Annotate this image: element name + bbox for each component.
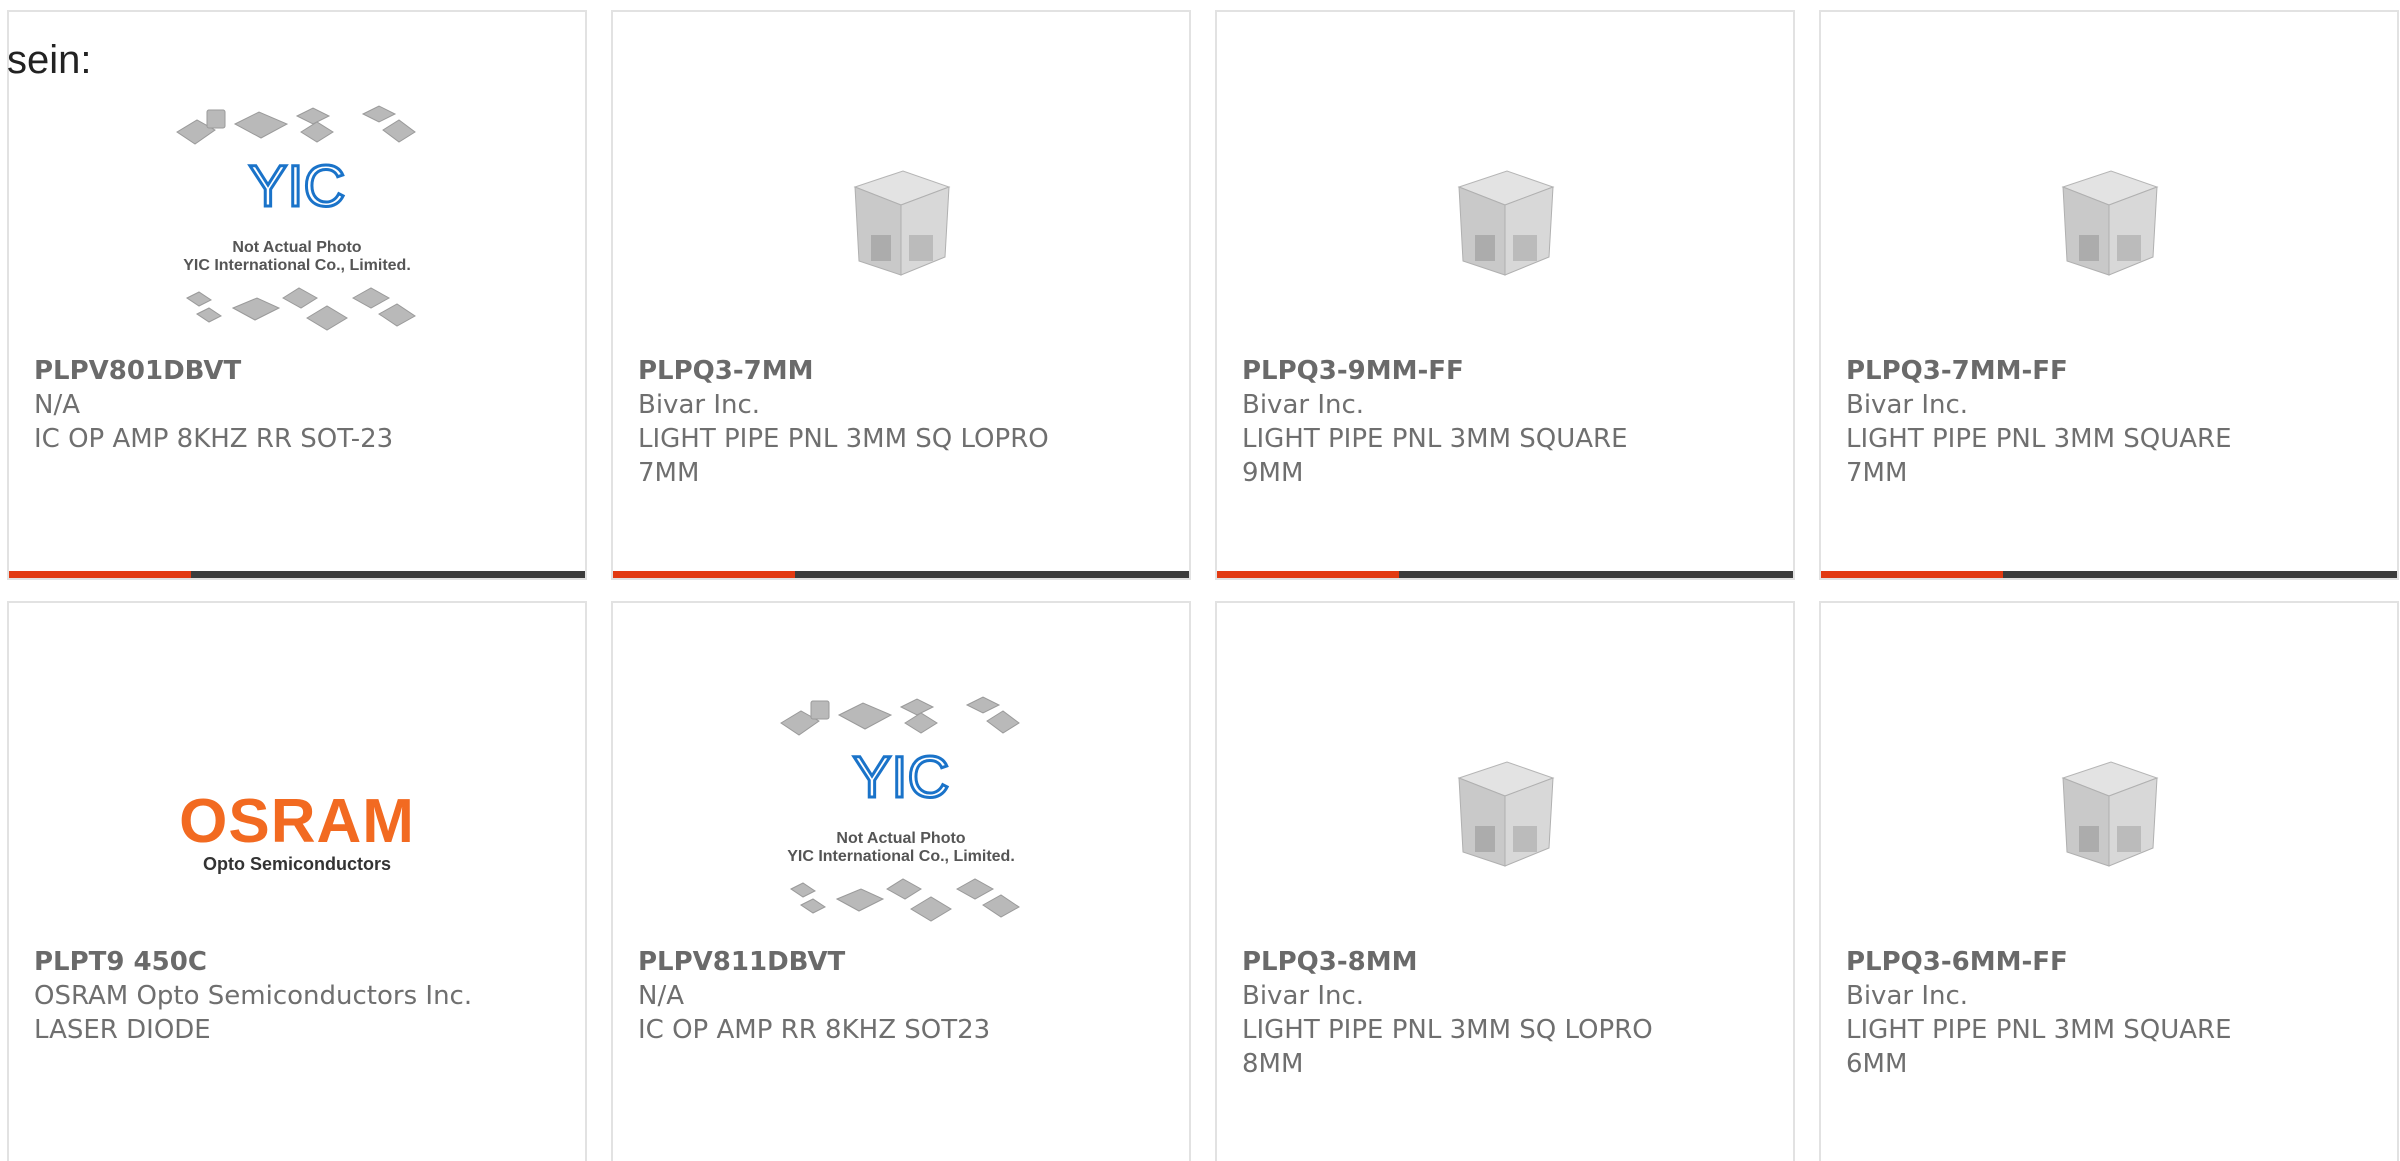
manufacturer: N/A: [638, 981, 684, 1011]
osram-logo-word: OSRAM: [179, 786, 415, 856]
manufacturer: Bivar Inc.: [1242, 981, 1365, 1011]
part-number-link[interactable]: PLPQ3-6MM-FF: [1846, 945, 2372, 979]
product-image[interactable]: YIC Not Actual Photo YIC International C…: [9, 92, 585, 352]
osram-logo-subtitle: Opto Semiconductors: [202, 853, 391, 874]
part-number-link[interactable]: PLPV811DBVT: [638, 945, 1164, 979]
osram-logo: OSRAM Opto Semiconductors: [179, 786, 415, 875]
product-grid-page: sein: YIC Not Actual Photo YIC Internati…: [0, 0, 2400, 1161]
part-number-link[interactable]: PLPT9 450C: [34, 945, 560, 979]
part-number-link[interactable]: PLPQ3-7MM: [638, 354, 1164, 388]
placeholder-company: YIC International Co., Limited.: [183, 257, 411, 274]
manufacturer: Bivar Inc.: [1846, 981, 1969, 1011]
description: LIGHT PIPE PNL 3MM SQ LOPRO 7MM: [638, 424, 1049, 488]
product-card[interactable]: PLPQ3-8MM Bivar Inc. LIGHT PIPE PNL 3MM …: [1215, 601, 1795, 1161]
product-info: PLPV811DBVT N/A IC OP AMP RR 8KHZ SOT23: [638, 945, 1164, 1047]
product-info: PLPQ3-9MM-FF Bivar Inc. LIGHT PIPE PNL 3…: [1242, 354, 1768, 490]
product-image[interactable]: OSRAM Opto Semiconductors: [9, 683, 585, 943]
manufacturer: Bivar Inc.: [638, 390, 761, 420]
product-card[interactable]: PLPQ3-6MM-FF Bivar Inc. LIGHT PIPE PNL 3…: [1819, 601, 2399, 1161]
part-number-link[interactable]: PLPQ3-7MM-FF: [1846, 354, 2372, 388]
product-image[interactable]: YIC Not Actual Photo YIC International C…: [613, 683, 1189, 943]
description: LIGHT PIPE PNL 3MM SQUARE 7MM: [1846, 424, 2232, 488]
description: LIGHT PIPE PNL 3MM SQ LOPRO 8MM: [1242, 1015, 1653, 1079]
product-card[interactable]: YIC Not Actual Photo YIC International C…: [611, 601, 1191, 1161]
card-bottom-bar: [9, 571, 585, 578]
card-bottom-bar: [1821, 571, 2397, 578]
product-card[interactable]: PLPQ3-7MM Bivar Inc. LIGHT PIPE PNL 3MM …: [611, 10, 1191, 580]
product-card[interactable]: YIC Not Actual Photo YIC International C…: [7, 10, 587, 580]
description: LIGHT PIPE PNL 3MM SQUARE 6MM: [1846, 1015, 2232, 1079]
card-accent: [1217, 571, 1399, 578]
product-image[interactable]: [1821, 683, 2397, 943]
product-image[interactable]: [1217, 683, 1793, 943]
product-info: PLPV801DBVT N/A IC OP AMP 8KHZ RR SOT-23: [34, 354, 560, 456]
card-bottom-bar: [1217, 571, 1793, 578]
placeholder-chip-image: YIC Not Actual Photo YIC International C…: [780, 696, 1020, 922]
product-info: PLPQ3-6MM-FF Bivar Inc. LIGHT PIPE PNL 3…: [1846, 945, 2372, 1081]
intro-text: sein:: [7, 38, 92, 82]
light-pipe-image: [2061, 170, 2159, 276]
placeholder-caption: Not Actual Photo: [836, 830, 965, 847]
placeholder-caption: Not Actual Photo: [232, 239, 361, 256]
manufacturer: Bivar Inc.: [1846, 390, 1969, 420]
product-card[interactable]: OSRAM Opto Semiconductors PLPT9 450C OSR…: [7, 601, 587, 1161]
light-pipe-image: [1457, 761, 1555, 867]
manufacturer: OSRAM Opto Semiconductors Inc.: [34, 981, 473, 1011]
card-accent: [1821, 571, 2003, 578]
description: LASER DIODE: [34, 1015, 211, 1045]
manufacturer: Bivar Inc.: [1242, 390, 1365, 420]
description: IC OP AMP RR 8KHZ SOT23: [638, 1015, 991, 1045]
yic-logo: YIC: [249, 154, 346, 219]
product-card[interactable]: PLPQ3-9MM-FF Bivar Inc. LIGHT PIPE PNL 3…: [1215, 10, 1795, 580]
card-accent: [9, 571, 191, 578]
part-number-link[interactable]: PLPQ3-9MM-FF: [1242, 354, 1768, 388]
part-number-link[interactable]: PLPV801DBVT: [34, 354, 560, 388]
placeholder-company: YIC International Co., Limited.: [787, 848, 1015, 865]
light-pipe-image: [853, 170, 951, 276]
product-image[interactable]: [613, 92, 1189, 352]
product-info: PLPQ3-7MM-FF Bivar Inc. LIGHT PIPE PNL 3…: [1846, 354, 2372, 490]
description: IC OP AMP 8KHZ RR SOT-23: [34, 424, 394, 454]
light-pipe-image: [1457, 170, 1555, 276]
light-pipe-image: [2061, 761, 2159, 867]
product-image[interactable]: [1217, 92, 1793, 352]
product-info: PLPT9 450C OSRAM Opto Semiconductors Inc…: [34, 945, 560, 1047]
card-bottom-bar: [613, 571, 1189, 578]
card-accent: [613, 571, 795, 578]
manufacturer: N/A: [34, 390, 80, 420]
product-card[interactable]: PLPQ3-7MM-FF Bivar Inc. LIGHT PIPE PNL 3…: [1819, 10, 2399, 580]
product-image[interactable]: [1821, 92, 2397, 352]
product-info: PLPQ3-7MM Bivar Inc. LIGHT PIPE PNL 3MM …: [638, 354, 1164, 490]
placeholder-chip-image: YIC Not Actual Photo YIC International C…: [176, 105, 416, 331]
product-grid: YIC Not Actual Photo YIC International C…: [7, 10, 2400, 1161]
part-number-link[interactable]: PLPQ3-8MM: [1242, 945, 1768, 979]
product-info: PLPQ3-8MM Bivar Inc. LIGHT PIPE PNL 3MM …: [1242, 945, 1768, 1081]
yic-logo: YIC: [853, 745, 950, 810]
description: LIGHT PIPE PNL 3MM SQUARE 9MM: [1242, 424, 1628, 488]
